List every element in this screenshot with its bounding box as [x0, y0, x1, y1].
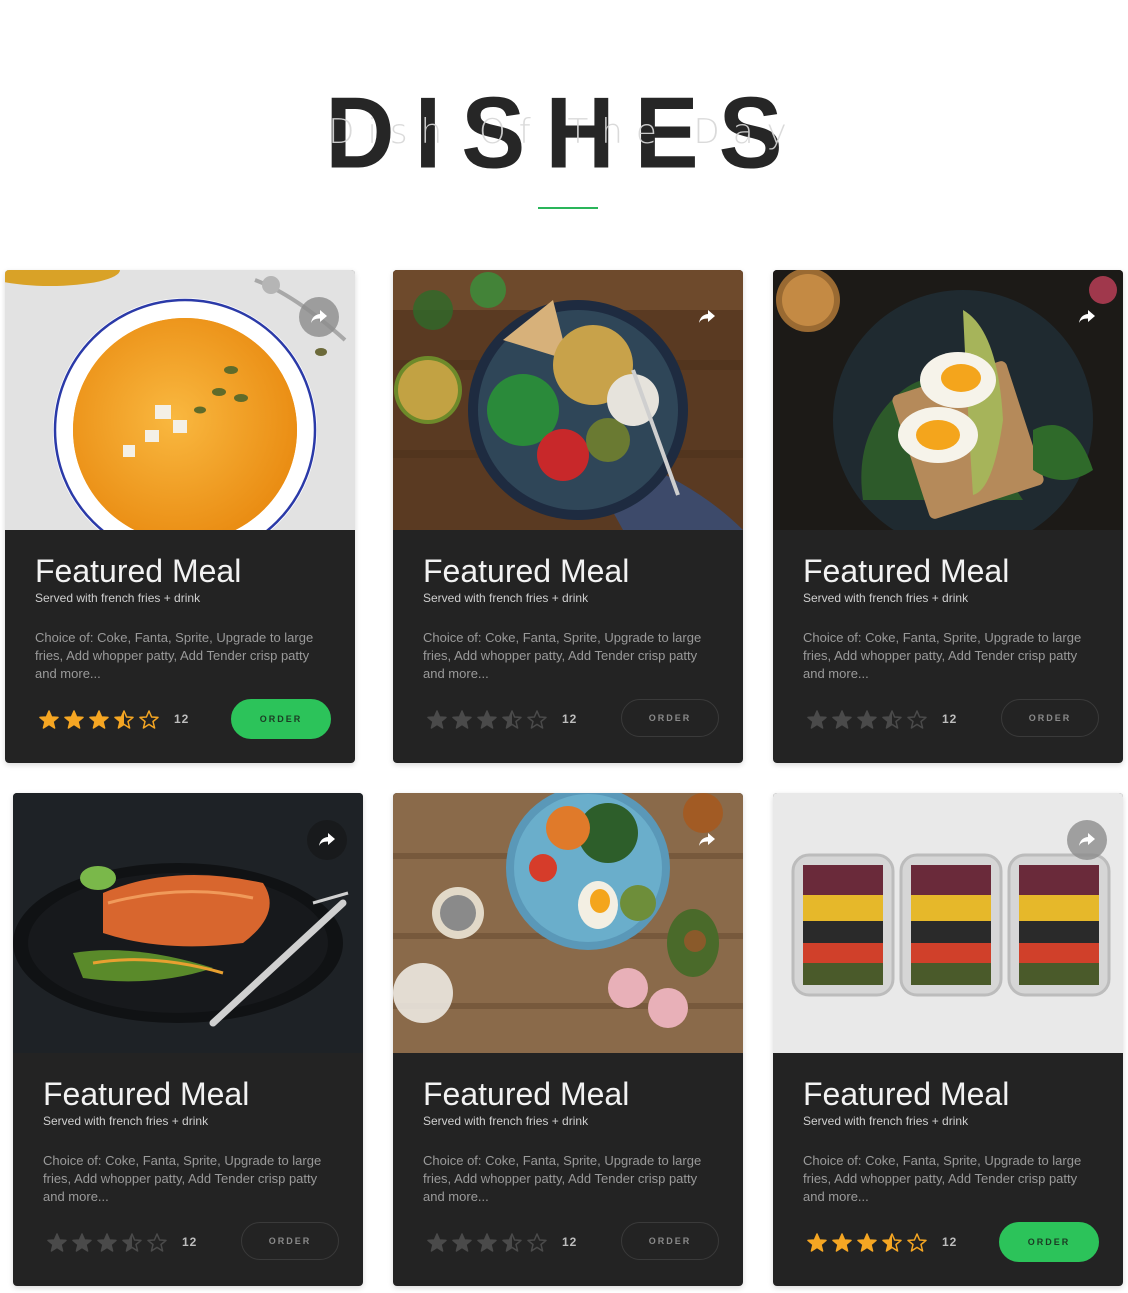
- star-filled-icon[interactable]: [857, 1233, 877, 1253]
- dish-title: Featured Meal: [43, 1076, 250, 1112]
- star-half-icon[interactable]: [502, 1233, 522, 1253]
- rating-count: 12: [182, 1235, 198, 1249]
- dish-description: Choice of: Coke, Fanta, Sprite, Upgrade …: [423, 1153, 702, 1204]
- rating-count: 12: [174, 712, 190, 726]
- share-button[interactable]: [299, 297, 339, 337]
- star-rating[interactable]: [807, 710, 927, 730]
- star-half-icon[interactable]: [114, 710, 134, 730]
- star-filled-icon[interactable]: [47, 1233, 67, 1253]
- section-header: DISHES Dish Of The Day: [0, 0, 1128, 240]
- dish-card: Featured Meal Served with french fries +…: [5, 270, 355, 763]
- share-icon: [319, 833, 335, 846]
- rating-count: 12: [942, 712, 958, 726]
- star-rating[interactable]: [47, 1233, 167, 1253]
- share-button[interactable]: [1067, 297, 1107, 337]
- star-filled-icon[interactable]: [832, 710, 852, 730]
- order-button[interactable]: ORDER: [241, 1222, 339, 1260]
- dish-image-meal-prep-boxes: [773, 793, 1123, 1053]
- star-empty-icon[interactable]: [527, 1233, 547, 1253]
- dish-description: Choice of: Coke, Fanta, Sprite, Upgrade …: [43, 1153, 322, 1204]
- order-button[interactable]: ORDER: [621, 699, 719, 737]
- star-filled-icon[interactable]: [427, 710, 447, 730]
- star-filled-icon[interactable]: [39, 710, 59, 730]
- star-filled-icon[interactable]: [857, 710, 877, 730]
- dish-card: Featured Meal Served with french fries +…: [393, 270, 743, 763]
- dish-subtitle: Served with french fries + drink: [43, 1114, 209, 1128]
- dish-card: Featured Meal Served with french fries +…: [393, 793, 743, 1286]
- dish-title: Featured Meal: [423, 553, 630, 589]
- star-filled-icon[interactable]: [452, 1233, 472, 1253]
- star-empty-icon[interactable]: [147, 1233, 167, 1253]
- dish-subtitle: Served with french fries + drink: [35, 591, 201, 605]
- dish-image-pumpkin-soup: [5, 270, 355, 530]
- dish-image-egg-avocado-toast: [773, 270, 1123, 530]
- star-filled-icon[interactable]: [477, 710, 497, 730]
- dish-description: Choice of: Coke, Fanta, Sprite, Upgrade …: [35, 630, 314, 681]
- star-filled-icon[interactable]: [477, 1233, 497, 1253]
- dish-title: Featured Meal: [803, 553, 1010, 589]
- order-button[interactable]: ORDER: [231, 699, 331, 739]
- share-button[interactable]: [687, 820, 727, 860]
- dish-title: Featured Meal: [803, 1076, 1010, 1112]
- dish-subtitle: Served with french fries + drink: [423, 1114, 589, 1128]
- dish-image-salmon-plate: [13, 793, 363, 1053]
- star-half-icon[interactable]: [882, 710, 902, 730]
- star-rating[interactable]: [427, 710, 547, 730]
- rating-count: 12: [562, 712, 578, 726]
- dish-description: Choice of: Coke, Fanta, Sprite, Upgrade …: [423, 630, 702, 681]
- order-button[interactable]: ORDER: [999, 1222, 1099, 1262]
- star-filled-icon[interactable]: [807, 1233, 827, 1253]
- star-empty-icon[interactable]: [907, 710, 927, 730]
- dish-description: Choice of: Coke, Fanta, Sprite, Upgrade …: [803, 1153, 1082, 1204]
- star-half-icon[interactable]: [502, 710, 522, 730]
- share-icon: [311, 310, 327, 323]
- star-filled-icon[interactable]: [427, 1233, 447, 1253]
- star-filled-icon[interactable]: [452, 710, 472, 730]
- share-button[interactable]: [1067, 820, 1107, 860]
- star-rating[interactable]: [427, 1233, 547, 1253]
- star-filled-icon[interactable]: [807, 710, 827, 730]
- dish-image-chickpea-bowl: [393, 270, 743, 530]
- dish-title: Featured Meal: [35, 553, 242, 589]
- star-filled-icon[interactable]: [97, 1233, 117, 1253]
- rating-count: 12: [942, 1235, 958, 1249]
- star-empty-icon[interactable]: [527, 710, 547, 730]
- share-button[interactable]: [687, 297, 727, 337]
- dish-subtitle: Served with french fries + drink: [803, 1114, 969, 1128]
- dish-description: Choice of: Coke, Fanta, Sprite, Upgrade …: [803, 630, 1082, 681]
- star-filled-icon[interactable]: [89, 710, 109, 730]
- dish-image-salad-plate: [393, 793, 743, 1053]
- share-icon: [1079, 310, 1095, 323]
- share-icon: [1079, 833, 1095, 846]
- rating-count: 12: [562, 1235, 578, 1249]
- star-half-icon[interactable]: [882, 1233, 902, 1253]
- dish-subtitle: Served with french fries + drink: [803, 591, 969, 605]
- order-button[interactable]: ORDER: [621, 1222, 719, 1260]
- star-empty-icon[interactable]: [139, 710, 159, 730]
- dish-card: Featured Meal Served with french fries +…: [773, 270, 1123, 763]
- dish-card: Featured Meal Served with french fries +…: [773, 793, 1123, 1286]
- share-icon: [699, 833, 715, 846]
- dish-subtitle: Served with french fries + drink: [423, 591, 589, 605]
- order-button[interactable]: ORDER: [1001, 699, 1099, 737]
- section-title: DISHES: [325, 77, 803, 190]
- star-filled-icon[interactable]: [72, 1233, 92, 1253]
- title-divider: [538, 207, 598, 209]
- star-filled-icon[interactable]: [832, 1233, 852, 1253]
- dish-card: Featured Meal Served with french fries +…: [13, 793, 363, 1286]
- share-icon: [699, 310, 715, 323]
- star-empty-icon[interactable]: [907, 1233, 927, 1253]
- star-half-icon[interactable]: [122, 1233, 142, 1253]
- share-button[interactable]: [307, 820, 347, 860]
- dish-title: Featured Meal: [423, 1076, 630, 1112]
- star-rating[interactable]: [807, 1233, 927, 1253]
- star-filled-icon[interactable]: [64, 710, 84, 730]
- star-rating[interactable]: [39, 710, 159, 730]
